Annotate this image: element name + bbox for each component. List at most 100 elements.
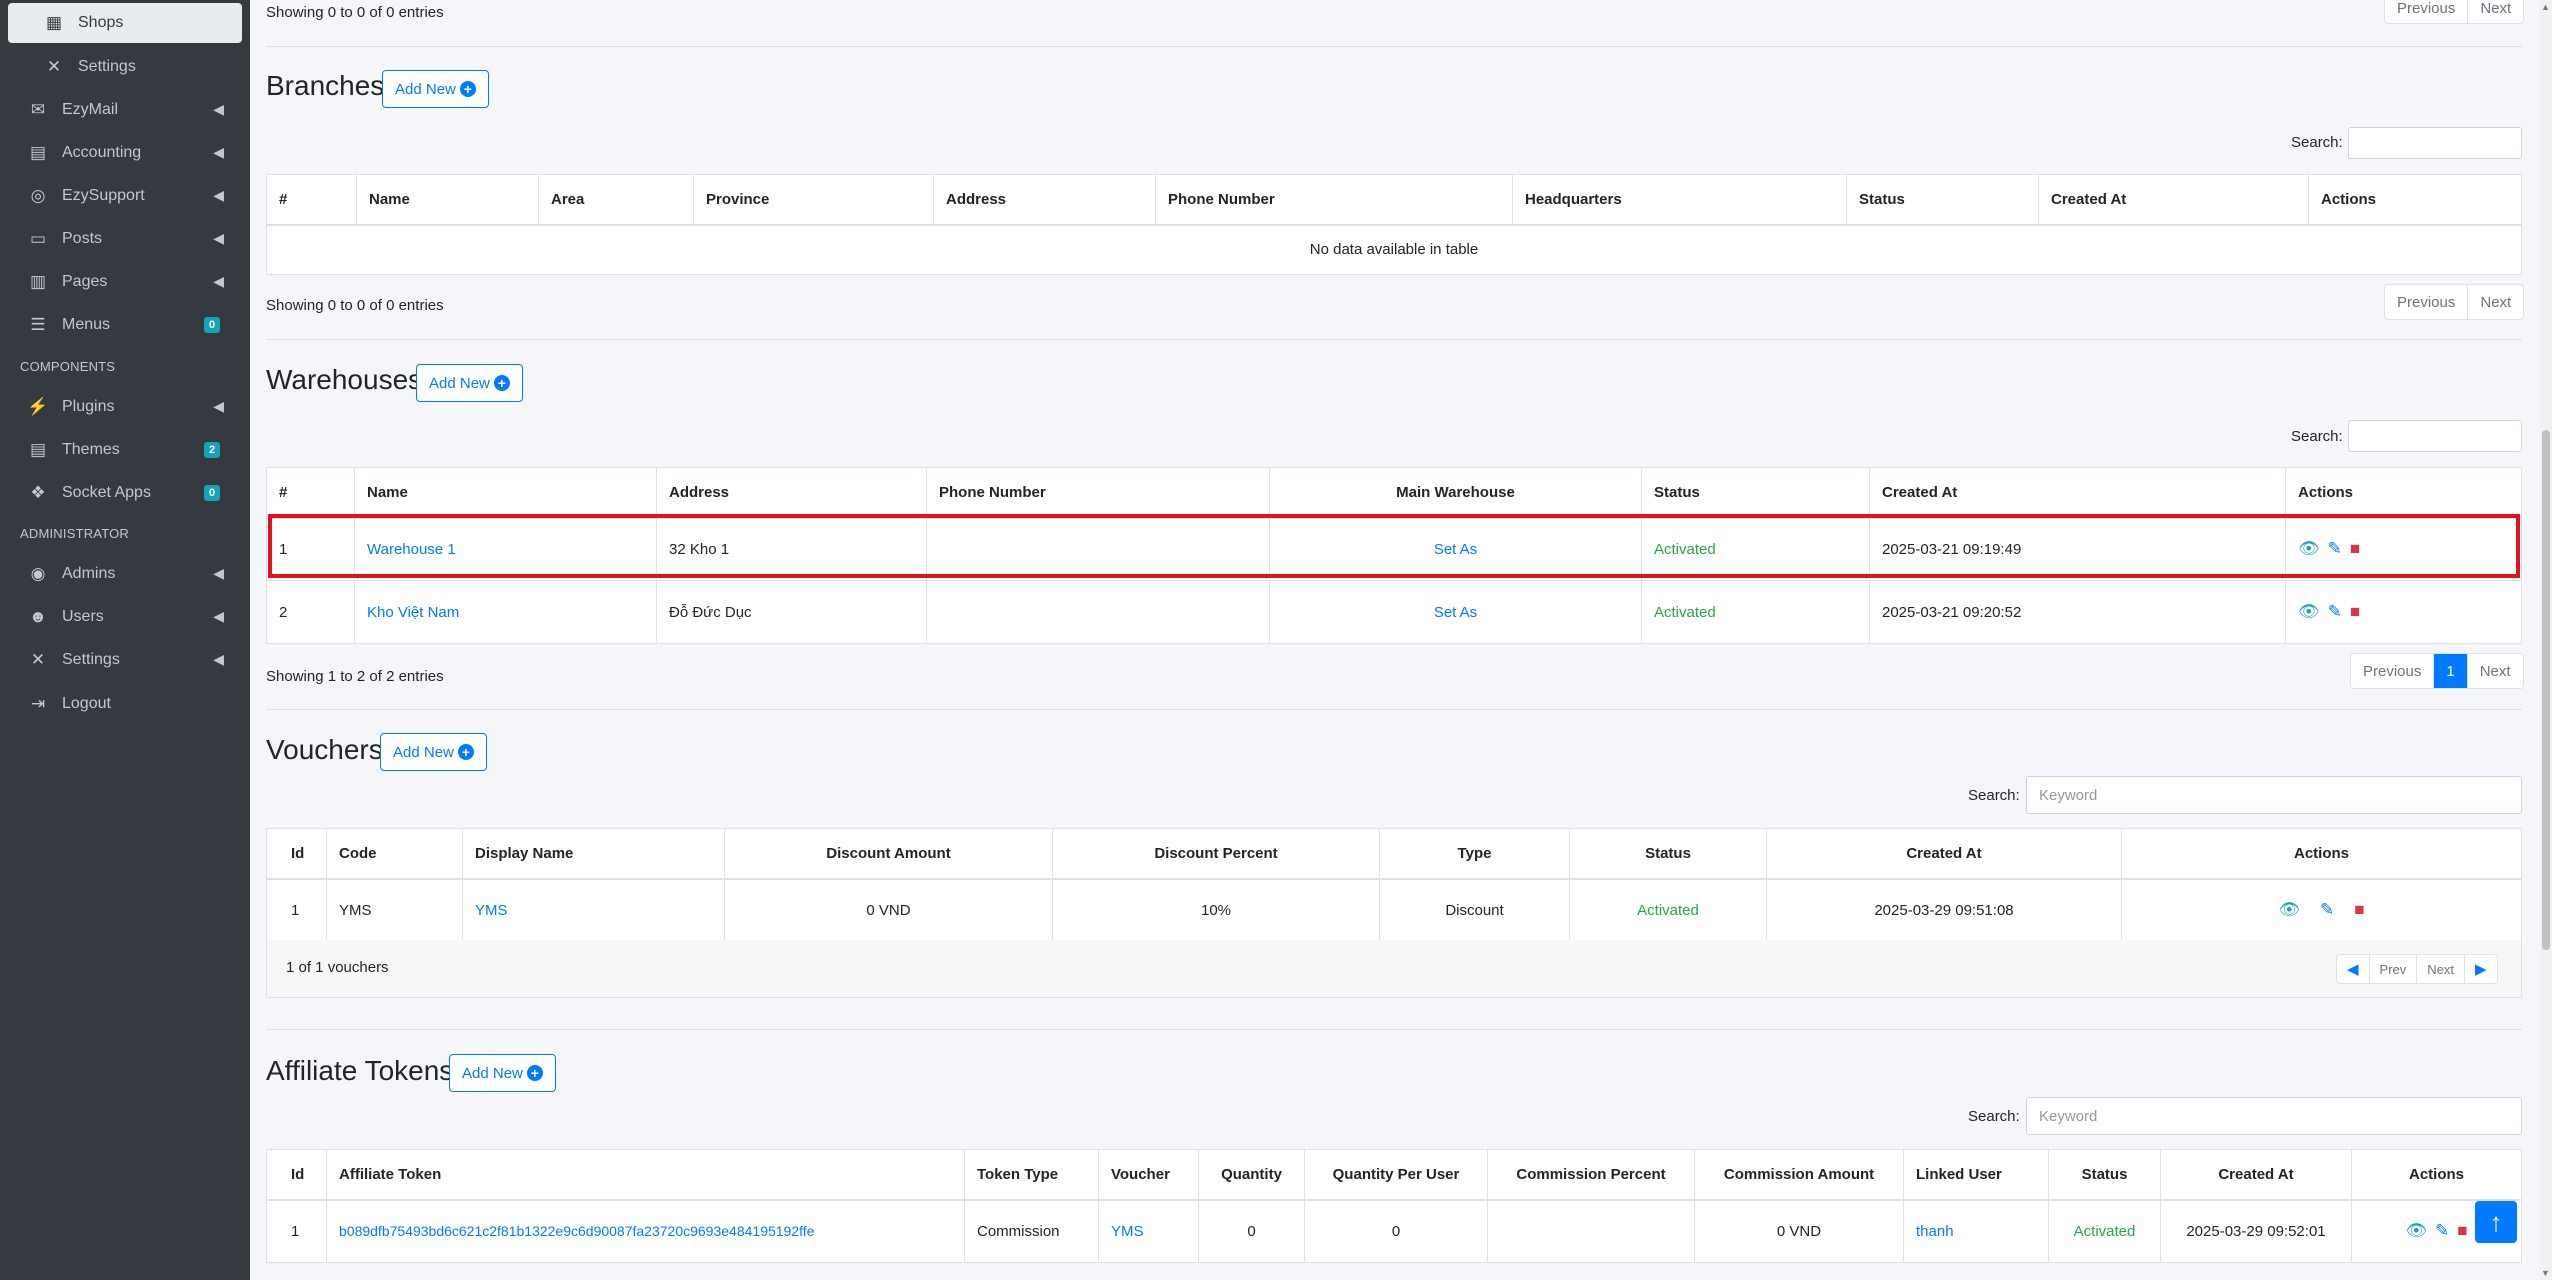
column-header[interactable]: Id — [266, 1149, 327, 1201]
trash-icon[interactable]: ■ — [2350, 603, 2360, 620]
column-header[interactable]: Quantity — [1198, 1149, 1305, 1201]
column-header[interactable]: Actions — [2121, 828, 2522, 880]
scroll-down-arrow-icon[interactable]: ▼ — [2541, 1268, 2550, 1278]
column-header[interactable]: Actions — [2308, 174, 2522, 226]
sidebar-item-logout[interactable]: ⇥ Logout — [8, 684, 242, 724]
column-header[interactable]: Created At — [2038, 174, 2309, 226]
branches-add-new-button[interactable]: Add New + — [382, 70, 489, 108]
affiliate-search-input[interactable]: Keyword — [2026, 1097, 2522, 1135]
table-row: 1 YMS YMS 0 VND 10% Discount Activated 2… — [266, 878, 2522, 942]
column-header[interactable]: Address — [933, 174, 1156, 226]
column-header[interactable]: Status — [1641, 467, 1870, 519]
voucher-link[interactable]: YMS — [1098, 1199, 1199, 1263]
affiliate-add-new-button[interactable]: Add New + — [449, 1054, 556, 1092]
edit-icon[interactable]: ✎ — [2328, 603, 2342, 620]
sidebar-item-admins[interactable]: ◉ Admins ◀ — [8, 554, 242, 594]
column-header[interactable]: Created At — [2160, 1149, 2352, 1201]
sidebar-item-menus[interactable]: ☰ Menus 0 — [8, 305, 242, 345]
column-header[interactable]: Code — [326, 828, 463, 880]
column-header[interactable]: # — [266, 467, 355, 519]
column-header[interactable]: Phone Number — [926, 467, 1270, 519]
column-header[interactable]: Address — [656, 467, 927, 519]
trash-icon[interactable]: ■ — [2457, 1222, 2467, 1239]
column-header[interactable]: Commission Percent — [1487, 1149, 1695, 1201]
scrollbar-thumb[interactable] — [2542, 430, 2550, 950]
column-header[interactable]: Token Type — [964, 1149, 1099, 1201]
sidebar-item-shop-settings[interactable]: ✕ Settings — [8, 47, 242, 87]
sidebar-item-accounting[interactable]: ▤ Accounting ◀ — [8, 133, 242, 173]
cell-created-at: 2025-03-29 09:51:08 — [1766, 878, 2122, 942]
pager-previous[interactable]: Previous — [2351, 654, 2435, 688]
sidebar-item-label: Pages — [62, 273, 108, 290]
sidebar-item-themes[interactable]: ▤ Themes 2 — [8, 430, 242, 470]
sidebar-item-posts[interactable]: ▭ Posts ◀ — [8, 219, 242, 259]
sidebar-item-settings[interactable]: ✕ Settings ◀ — [8, 640, 242, 680]
sidebar-item-shops[interactable]: ▦ Shops — [8, 3, 242, 43]
pager-prev[interactable]: Prev — [2370, 955, 2418, 983]
column-header[interactable]: Affiliate Token — [326, 1149, 965, 1201]
warehouses-search-input[interactable] — [2348, 420, 2522, 452]
pager-next[interactable]: Next — [2468, 285, 2523, 319]
branches-search-input[interactable] — [2348, 127, 2522, 159]
column-header[interactable]: Phone Number — [1155, 174, 1513, 226]
column-header[interactable]: Created At — [1869, 467, 2286, 519]
page-scrollbar[interactable]: ▲ ▼ — [2540, 0, 2552, 1280]
column-header[interactable]: Name — [356, 174, 539, 226]
pager-previous[interactable]: Previous — [2385, 285, 2469, 319]
column-header[interactable]: Voucher — [1098, 1149, 1199, 1201]
column-header[interactable]: Status — [1569, 828, 1767, 880]
column-header[interactable]: Commission Amount — [1694, 1149, 1904, 1201]
view-icon[interactable]: 👁 — [2278, 901, 2300, 918]
cell-created-at: 2025-03-21 09:20:52 — [1869, 580, 2286, 644]
column-header[interactable]: Linked User — [1903, 1149, 2049, 1201]
column-header[interactable]: Type — [1379, 828, 1570, 880]
warehouse-name-link[interactable]: Kho Việt Nam — [354, 580, 657, 644]
sidebar-item-pages[interactable]: ▥ Pages ◀ — [8, 262, 242, 302]
column-header[interactable]: Id — [266, 828, 327, 880]
sidebar-item-plugins[interactable]: ⚡ Plugins ◀ — [8, 387, 242, 427]
pager-next[interactable]: Next — [2417, 955, 2466, 983]
sidebar-item-ezysupport[interactable]: ◎ EzySupport ◀ — [8, 176, 242, 216]
column-header[interactable]: Created At — [1766, 828, 2122, 880]
column-header[interactable]: Discount Percent — [1052, 828, 1380, 880]
edit-icon[interactable]: ✎ — [2320, 901, 2334, 918]
sidebar-item-socket-apps[interactable]: ❖ Socket Apps 0 — [8, 473, 242, 513]
column-header[interactable]: Status — [1846, 174, 2039, 226]
column-header[interactable]: Area — [538, 174, 694, 226]
column-header[interactable]: Headquarters — [1512, 174, 1847, 226]
pager-page-1[interactable]: 1 — [2434, 654, 2468, 688]
warehouses-add-new-button[interactable]: Add New + — [416, 364, 523, 402]
sidebar-item-users[interactable]: ☻ Users ◀ — [8, 597, 242, 637]
voucher-display-link[interactable]: YMS — [462, 878, 725, 942]
column-header[interactable]: Province — [693, 174, 934, 226]
trash-icon[interactable]: ■ — [2354, 901, 2364, 918]
column-header[interactable]: Quantity Per User — [1304, 1149, 1488, 1201]
pager-next[interactable]: Next — [2468, 0, 2523, 23]
branches-table-info: Showing 0 to 0 of 0 entries — [266, 297, 444, 314]
scroll-to-top-button[interactable]: ↑ — [2475, 1201, 2517, 1243]
edit-icon[interactable]: ✎ — [2435, 1222, 2449, 1239]
life-ring-icon: ◎ — [30, 186, 46, 205]
set-as-main-link[interactable]: Set As — [1269, 580, 1642, 644]
scroll-up-arrow-icon[interactable]: ▲ — [2541, 2, 2550, 12]
column-header[interactable]: Status — [2048, 1149, 2161, 1201]
column-header[interactable]: # — [266, 174, 357, 226]
prev-circle-icon[interactable]: ◀ — [2337, 955, 2370, 983]
column-header[interactable]: Name — [354, 467, 657, 519]
column-header[interactable]: Display Name — [462, 828, 725, 880]
next-circle-icon[interactable]: ▶ — [2465, 955, 2497, 983]
column-header[interactable]: Actions — [2351, 1149, 2522, 1201]
column-header[interactable]: Actions — [2285, 467, 2522, 519]
sidebar-item-ezymail[interactable]: ✉ EzyMail ◀ — [8, 90, 242, 130]
vouchers-add-new-button[interactable]: Add New + — [380, 733, 487, 771]
pager-previous[interactable]: Previous — [2385, 0, 2469, 23]
affiliate-token-link[interactable]: b089dfb75493bd6c621c2f81b1322e9c6d90087f… — [326, 1199, 965, 1263]
view-icon[interactable]: 👁 — [2405, 1222, 2427, 1239]
empty-table-message: No data available in table — [266, 224, 2522, 275]
pager-next[interactable]: Next — [2468, 654, 2523, 688]
column-header[interactable]: Main Warehouse — [1269, 467, 1642, 519]
linked-user-link[interactable]: thanh — [1903, 1199, 2049, 1263]
column-header[interactable]: Discount Amount — [724, 828, 1053, 880]
vouchers-search-input[interactable]: Keyword — [2026, 776, 2522, 814]
view-icon[interactable]: 👁 — [2298, 603, 2320, 620]
